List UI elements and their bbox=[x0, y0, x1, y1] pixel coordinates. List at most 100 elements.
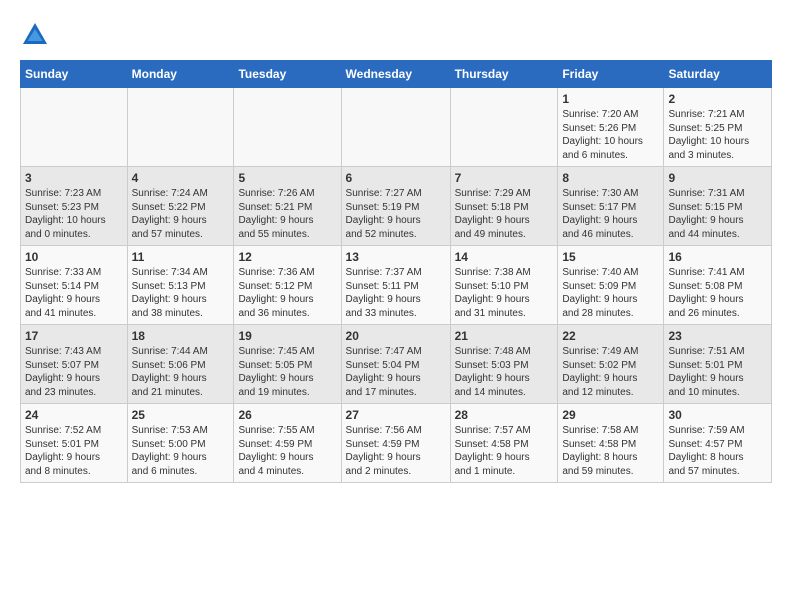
day-number: 2 bbox=[668, 92, 767, 106]
day-number: 4 bbox=[132, 171, 230, 185]
day-info: Sunrise: 7:45 AM Sunset: 5:05 PM Dayligh… bbox=[238, 345, 336, 399]
day-number: 28 bbox=[455, 408, 554, 422]
day-info: Sunrise: 7:40 AM Sunset: 5:09 PM Dayligh… bbox=[562, 266, 659, 320]
calendar-cell: 16 Sunrise: 7:41 AM Sunset: 5:08 PM Dayli… bbox=[664, 246, 772, 325]
page: SundayMondayTuesdayWednesdayThursdayFrid… bbox=[0, 0, 792, 493]
calendar-cell: 25 Sunrise: 7:53 AM Sunset: 5:00 PM Dayli… bbox=[127, 404, 234, 483]
day-info: Sunrise: 7:31 AM Sunset: 5:15 PM Dayligh… bbox=[668, 187, 767, 241]
day-number: 15 bbox=[562, 250, 659, 264]
calendar-cell: 1 Sunrise: 7:20 AM Sunset: 5:26 PM Daylig… bbox=[558, 88, 664, 167]
day-info: Sunrise: 7:36 AM Sunset: 5:12 PM Dayligh… bbox=[238, 266, 336, 320]
calendar-cell: 18 Sunrise: 7:44 AM Sunset: 5:06 PM Dayli… bbox=[127, 325, 234, 404]
day-info: Sunrise: 7:59 AM Sunset: 4:57 PM Dayligh… bbox=[668, 424, 767, 478]
day-number: 10 bbox=[25, 250, 123, 264]
header bbox=[20, 20, 772, 50]
day-info: Sunrise: 7:47 AM Sunset: 5:04 PM Dayligh… bbox=[346, 345, 446, 399]
day-info: Sunrise: 7:58 AM Sunset: 4:58 PM Dayligh… bbox=[562, 424, 659, 478]
calendar-cell: 17 Sunrise: 7:43 AM Sunset: 5:07 PM Dayli… bbox=[21, 325, 128, 404]
day-info: Sunrise: 7:23 AM Sunset: 5:23 PM Dayligh… bbox=[25, 187, 123, 241]
day-number: 25 bbox=[132, 408, 230, 422]
weekday-header-friday: Friday bbox=[558, 61, 664, 88]
calendar-cell: 6 Sunrise: 7:27 AM Sunset: 5:19 PM Daylig… bbox=[341, 167, 450, 246]
calendar-cell: 13Sunrise: 7:37 AM Sunset: 5:11 PM Dayli… bbox=[341, 246, 450, 325]
day-info: Sunrise: 7:44 AM Sunset: 5:06 PM Dayligh… bbox=[132, 345, 230, 399]
calendar-cell: 22Sunrise: 7:49 AM Sunset: 5:02 PM Dayli… bbox=[558, 325, 664, 404]
calendar-cell: 28 Sunrise: 7:57 AM Sunset: 4:58 PM Dayli… bbox=[450, 404, 558, 483]
calendar-cell: 29 Sunrise: 7:58 AM Sunset: 4:58 PM Dayli… bbox=[558, 404, 664, 483]
calendar-week-row: 17 Sunrise: 7:43 AM Sunset: 5:07 PM Dayli… bbox=[21, 325, 772, 404]
day-number: 30 bbox=[668, 408, 767, 422]
day-number: 26 bbox=[238, 408, 336, 422]
calendar-week-row: 24 Sunrise: 7:52 AM Sunset: 5:01 PM Dayli… bbox=[21, 404, 772, 483]
day-info: Sunrise: 7:41 AM Sunset: 5:08 PM Dayligh… bbox=[668, 266, 767, 320]
weekday-header-saturday: Saturday bbox=[664, 61, 772, 88]
day-info: Sunrise: 7:51 AM Sunset: 5:01 PM Dayligh… bbox=[668, 345, 767, 399]
day-number: 3 bbox=[25, 171, 123, 185]
calendar-table: SundayMondayTuesdayWednesdayThursdayFrid… bbox=[20, 60, 772, 483]
day-number: 8 bbox=[562, 171, 659, 185]
day-info: Sunrise: 7:33 AM Sunset: 5:14 PM Dayligh… bbox=[25, 266, 123, 320]
calendar-cell: 20 Sunrise: 7:47 AM Sunset: 5:04 PM Dayli… bbox=[341, 325, 450, 404]
day-info: Sunrise: 7:24 AM Sunset: 5:22 PM Dayligh… bbox=[132, 187, 230, 241]
calendar-cell: 30 Sunrise: 7:59 AM Sunset: 4:57 PM Dayli… bbox=[664, 404, 772, 483]
calendar-week-row: 3 Sunrise: 7:23 AM Sunset: 5:23 PM Daylig… bbox=[21, 167, 772, 246]
day-number: 16 bbox=[668, 250, 767, 264]
day-info: Sunrise: 7:29 AM Sunset: 5:18 PM Dayligh… bbox=[455, 187, 554, 241]
calendar-cell: 24 Sunrise: 7:52 AM Sunset: 5:01 PM Dayli… bbox=[21, 404, 128, 483]
calendar-cell bbox=[450, 88, 558, 167]
day-number: 1 bbox=[562, 92, 659, 106]
calendar-cell: 7 Sunrise: 7:29 AM Sunset: 5:18 PM Daylig… bbox=[450, 167, 558, 246]
calendar-cell: 12 Sunrise: 7:36 AM Sunset: 5:12 PM Dayli… bbox=[234, 246, 341, 325]
day-info: Sunrise: 7:55 AM Sunset: 4:59 PM Dayligh… bbox=[238, 424, 336, 478]
logo bbox=[20, 20, 56, 50]
calendar-cell: 4 Sunrise: 7:24 AM Sunset: 5:22 PM Daylig… bbox=[127, 167, 234, 246]
day-number: 18 bbox=[132, 329, 230, 343]
day-number: 11 bbox=[132, 250, 230, 264]
day-number: 6 bbox=[346, 171, 446, 185]
day-number: 7 bbox=[455, 171, 554, 185]
weekday-header-sunday: Sunday bbox=[21, 61, 128, 88]
day-info: Sunrise: 7:52 AM Sunset: 5:01 PM Dayligh… bbox=[25, 424, 123, 478]
day-info: Sunrise: 7:20 AM Sunset: 5:26 PM Dayligh… bbox=[562, 108, 659, 162]
calendar-cell: 10 Sunrise: 7:33 AM Sunset: 5:14 PM Dayli… bbox=[21, 246, 128, 325]
day-number: 22 bbox=[562, 329, 659, 343]
calendar-cell bbox=[341, 88, 450, 167]
calendar-cell: 3 Sunrise: 7:23 AM Sunset: 5:23 PM Daylig… bbox=[21, 167, 128, 246]
calendar-cell: 9Sunrise: 7:31 AM Sunset: 5:15 PM Daylig… bbox=[664, 167, 772, 246]
day-number: 17 bbox=[25, 329, 123, 343]
day-info: Sunrise: 7:27 AM Sunset: 5:19 PM Dayligh… bbox=[346, 187, 446, 241]
day-number: 13 bbox=[346, 250, 446, 264]
calendar-cell: 27Sunrise: 7:56 AM Sunset: 4:59 PM Dayli… bbox=[341, 404, 450, 483]
day-number: 19 bbox=[238, 329, 336, 343]
calendar-cell bbox=[234, 88, 341, 167]
day-info: Sunrise: 7:21 AM Sunset: 5:25 PM Dayligh… bbox=[668, 108, 767, 162]
day-info: Sunrise: 7:53 AM Sunset: 5:00 PM Dayligh… bbox=[132, 424, 230, 478]
day-info: Sunrise: 7:56 AM Sunset: 4:59 PM Dayligh… bbox=[346, 424, 446, 478]
calendar-cell: 15 Sunrise: 7:40 AM Sunset: 5:09 PM Dayli… bbox=[558, 246, 664, 325]
calendar-cell bbox=[127, 88, 234, 167]
calendar-week-row: 10 Sunrise: 7:33 AM Sunset: 5:14 PM Dayli… bbox=[21, 246, 772, 325]
calendar-cell: 5 Sunrise: 7:26 AM Sunset: 5:21 PM Daylig… bbox=[234, 167, 341, 246]
weekday-header-thursday: Thursday bbox=[450, 61, 558, 88]
day-info: Sunrise: 7:26 AM Sunset: 5:21 PM Dayligh… bbox=[238, 187, 336, 241]
calendar-cell: 21 Sunrise: 7:48 AM Sunset: 5:03 PM Dayli… bbox=[450, 325, 558, 404]
calendar-cell: 8Sunrise: 7:30 AM Sunset: 5:17 PM Daylig… bbox=[558, 167, 664, 246]
calendar-cell: 2 Sunrise: 7:21 AM Sunset: 5:25 PM Daylig… bbox=[664, 88, 772, 167]
day-number: 20 bbox=[346, 329, 446, 343]
calendar-cell: 14Sunrise: 7:38 AM Sunset: 5:10 PM Dayli… bbox=[450, 246, 558, 325]
day-number: 24 bbox=[25, 408, 123, 422]
day-number: 29 bbox=[562, 408, 659, 422]
calendar-cell: 19 Sunrise: 7:45 AM Sunset: 5:05 PM Dayli… bbox=[234, 325, 341, 404]
day-info: Sunrise: 7:48 AM Sunset: 5:03 PM Dayligh… bbox=[455, 345, 554, 399]
weekday-header-row: SundayMondayTuesdayWednesdayThursdayFrid… bbox=[21, 61, 772, 88]
calendar-cell: 26 Sunrise: 7:55 AM Sunset: 4:59 PM Dayli… bbox=[234, 404, 341, 483]
day-number: 14 bbox=[455, 250, 554, 264]
day-info: Sunrise: 7:57 AM Sunset: 4:58 PM Dayligh… bbox=[455, 424, 554, 478]
day-info: Sunrise: 7:34 AM Sunset: 5:13 PM Dayligh… bbox=[132, 266, 230, 320]
day-number: 21 bbox=[455, 329, 554, 343]
calendar-week-row: 1 Sunrise: 7:20 AM Sunset: 5:26 PM Daylig… bbox=[21, 88, 772, 167]
day-number: 5 bbox=[238, 171, 336, 185]
day-number: 12 bbox=[238, 250, 336, 264]
weekday-header-monday: Monday bbox=[127, 61, 234, 88]
day-info: Sunrise: 7:43 AM Sunset: 5:07 PM Dayligh… bbox=[25, 345, 123, 399]
